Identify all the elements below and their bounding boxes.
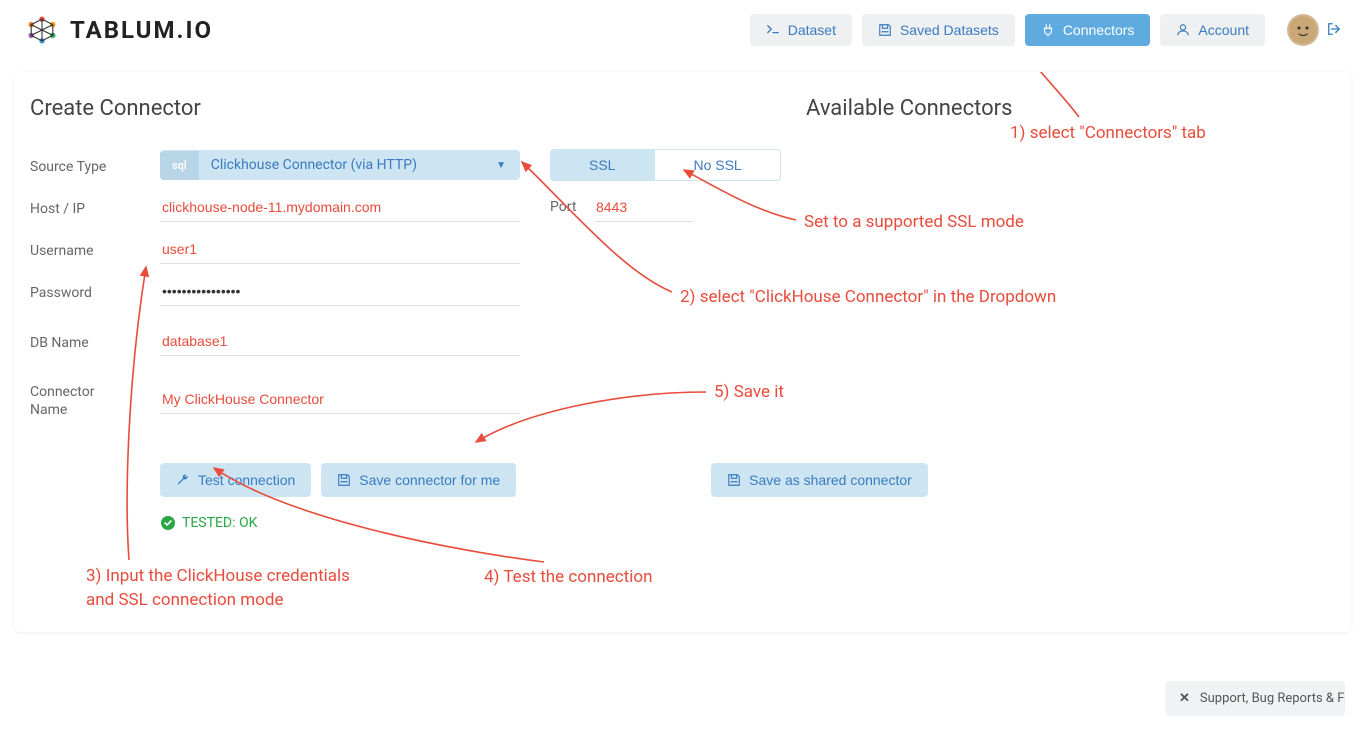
password-input[interactable]	[160, 277, 520, 306]
username-label: Username	[30, 239, 160, 259]
nav-connectors[interactable]: Connectors	[1025, 14, 1151, 46]
plug-icon	[1041, 23, 1055, 37]
dbname-label: DB Name	[30, 331, 160, 351]
nav-dataset-label: Dataset	[788, 22, 836, 38]
nav-account[interactable]: Account	[1160, 14, 1265, 46]
save-icon	[337, 473, 351, 487]
password-label: Password	[30, 281, 160, 301]
save-connector-label: Save connector for me	[359, 472, 500, 488]
test-connection-label: Test connection	[198, 472, 295, 488]
connector-name-label: Connector Name	[30, 379, 160, 419]
test-status-text: TESTED: OK	[182, 515, 257, 531]
save-shared-button[interactable]: Save as shared connector	[711, 463, 928, 497]
available-connectors-title: Available Connectors	[806, 96, 1012, 121]
wrench-icon	[176, 473, 190, 487]
host-label: Host / IP	[30, 197, 160, 217]
form-area: Source Type sql Clickhouse Connector (vi…	[30, 147, 1335, 531]
save-connector-button[interactable]: Save connector for me	[321, 463, 516, 497]
support-widget[interactable]: ✕ Support, Bug Reports & Fe…	[1165, 681, 1345, 716]
nav-saved-datasets[interactable]: Saved Datasets	[862, 14, 1015, 46]
save-shared-label: Save as shared connector	[749, 472, 912, 488]
logo[interactable]: TABLUM.IO	[24, 12, 213, 48]
source-type-dropdown[interactable]: sql Clickhouse Connector (via HTTP) ▼	[160, 150, 520, 180]
nav-account-label: Account	[1198, 22, 1249, 38]
test-status: TESTED: OK	[160, 515, 1335, 531]
nav-saved-label: Saved Datasets	[900, 22, 999, 38]
nav-dataset[interactable]: Dataset	[750, 14, 852, 46]
chevron-down-icon: ▼	[482, 160, 520, 171]
test-connection-button[interactable]: Test connection	[160, 463, 311, 497]
annotation-1: 1) select "Connectors" tab	[1010, 123, 1206, 143]
user-icon	[1176, 23, 1190, 37]
port-label: Port	[550, 199, 594, 215]
support-text: Support, Bug Reports & Fe…	[1200, 691, 1345, 706]
ssl-on-button[interactable]: SSL	[550, 149, 654, 181]
logo-icon	[24, 12, 60, 48]
terminal-icon	[766, 23, 780, 37]
save-icon	[878, 23, 892, 37]
port-input[interactable]	[594, 193, 694, 222]
logo-text: TABLUM.IO	[70, 16, 213, 44]
page-title: Create Connector	[30, 96, 1335, 121]
host-input[interactable]	[160, 193, 520, 222]
username-input[interactable]	[160, 235, 520, 264]
annotation-4: 4) Test the connection	[484, 567, 652, 587]
main-card: Create Connector Available Connectors So…	[14, 72, 1351, 632]
save-icon	[727, 473, 741, 487]
ssl-toggle-group: SSL No SSL	[550, 149, 781, 181]
check-circle-icon	[160, 515, 176, 531]
nav-connectors-label: Connectors	[1063, 22, 1135, 38]
close-icon[interactable]: ✕	[1179, 691, 1190, 706]
connector-name-input[interactable]	[160, 385, 520, 414]
source-type-value: Clickhouse Connector (via HTTP)	[199, 157, 482, 173]
source-type-label: Source Type	[30, 155, 160, 175]
avatar[interactable]	[1287, 14, 1319, 46]
sql-badge: sql	[160, 151, 199, 180]
header: TABLUM.IO Dataset Saved Datasets Connect…	[0, 0, 1365, 60]
annotation-3: 3) Input the ClickHouse credentials and …	[86, 566, 350, 610]
logout-icon[interactable]	[1327, 21, 1341, 40]
ssl-off-button[interactable]: No SSL	[654, 149, 780, 181]
dbname-input[interactable]	[160, 327, 520, 356]
